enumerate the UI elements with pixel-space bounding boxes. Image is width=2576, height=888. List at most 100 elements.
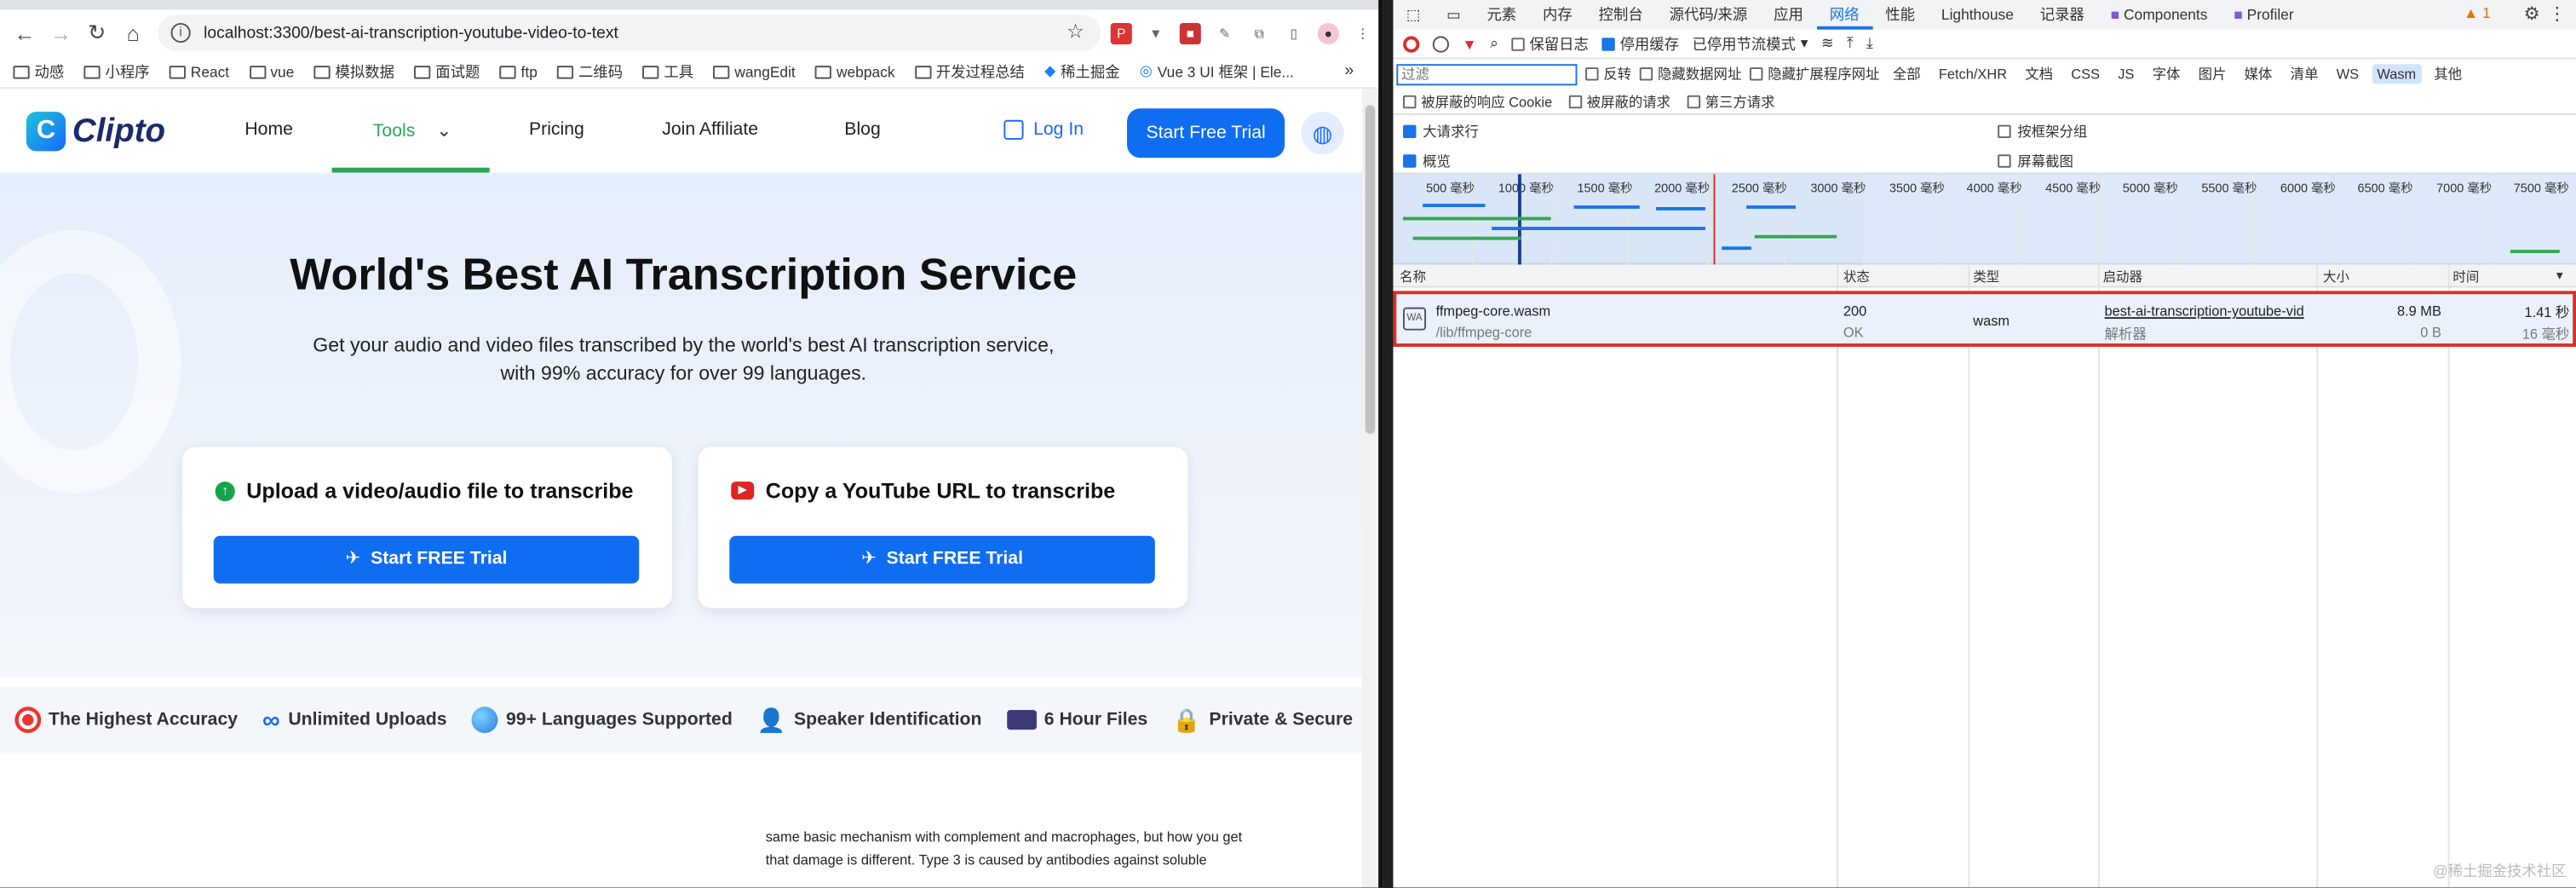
hide-extension-urls-checkbox[interactable]: 隐藏扩展程序网址 [1750, 64, 1879, 84]
login-link[interactable]: Log In [1003, 119, 1084, 140]
type-filter-font[interactable]: 字体 [2148, 64, 2185, 84]
bookmark-item[interactable]: ftp [499, 63, 538, 80]
type-filter-fetch[interactable]: Fetch/XHR [1934, 64, 2012, 84]
avatar[interactable]: ● [1317, 22, 1339, 44]
tab-recorder[interactable]: 记录器 [2027, 0, 2097, 30]
column-type[interactable]: 类型 [1973, 268, 1999, 285]
group-by-frame-checkbox[interactable]: 按框架分组 [1998, 122, 2087, 141]
search-icon[interactable]: ⌕ [1490, 35, 1498, 53]
tab-components[interactable]: ■ Components [2097, 0, 2221, 30]
preserve-log-checkbox[interactable]: 保留日志 [1511, 33, 1589, 55]
network-conditions-icon[interactable]: ≋ [1821, 35, 1834, 53]
address-bar[interactable]: i localhost:3300/best-ai-transcription-y… [158, 14, 1101, 51]
import-har-icon[interactable]: ⤒ [1847, 35, 1854, 53]
tab-application[interactable]: 应用 [1761, 0, 1817, 30]
bookmark-item[interactable]: ◎ Vue 3 UI 框架 | Ele... [1140, 61, 1294, 82]
tab-lighthouse[interactable]: Lighthouse [1928, 0, 2027, 30]
youtube-start-trial-button[interactable]: ✈ Start FREE Trial [729, 535, 1155, 584]
extension-icon[interactable]: ✎ [1214, 22, 1236, 44]
extension-icon[interactable]: ■ [1179, 22, 1201, 44]
nav-tools[interactable]: Tools ⌄ [373, 120, 452, 141]
puzzle-icon[interactable]: ⧉ [1248, 22, 1270, 44]
table-row[interactable]: WA ffmpeg-core.wasm /lib/ffmpeg-core 200… [1393, 291, 2576, 347]
bookmark-item[interactable]: webpack [814, 63, 895, 80]
extension-icon[interactable]: ▼ [1145, 22, 1167, 44]
upload-start-trial-button[interactable]: ✈ Start FREE Trial [213, 535, 640, 584]
disable-cache-checkbox[interactable]: 停用缓存 [1601, 33, 1679, 55]
reload-icon[interactable]: ↻ [79, 14, 115, 50]
record-icon[interactable] [1403, 35, 1420, 52]
type-filter-media[interactable]: 媒体 [2240, 64, 2277, 84]
type-filter-img[interactable]: 图片 [2194, 64, 2231, 84]
bookmark-item[interactable]: 二维码 [557, 61, 623, 82]
back-icon[interactable]: ← [7, 14, 43, 50]
split-icon[interactable]: ▯ [1283, 22, 1305, 44]
type-filter-manifest[interactable]: 清单 [2286, 64, 2323, 84]
column-initiator[interactable]: 启动器 [2103, 268, 2142, 285]
nav-home[interactable]: Home [244, 120, 293, 140]
bookmark-item[interactable]: 模拟数据 [313, 61, 394, 82]
bookmarks-more-icon[interactable]: » [1344, 62, 1354, 80]
bookmark-item[interactable]: 面试题 [414, 61, 480, 82]
column-name[interactable]: 名称 [1400, 268, 1426, 285]
nav-blog[interactable]: Blog [844, 120, 880, 140]
filter-funnel-icon[interactable]: ▼ [1462, 35, 1476, 51]
bookmark-item[interactable]: React [169, 63, 229, 80]
device-toggle-icon[interactable]: ▭ [1434, 0, 1474, 30]
start-free-trial-button[interactable]: Start Free Trial [1127, 108, 1285, 159]
nav-affiliate[interactable]: Join Affiliate [662, 120, 758, 140]
clear-icon[interactable] [1432, 35, 1450, 52]
bookmark-star-icon[interactable]: ☆ [1067, 20, 1084, 43]
home-icon[interactable]: ⌂ [115, 14, 151, 50]
tab-console[interactable]: 控制台 [1585, 0, 1656, 30]
bookmark-item[interactable]: 小程序 [83, 61, 150, 82]
warning-badge[interactable]: ▲ 1 [2464, 5, 2491, 21]
tab-memory[interactable]: 内存 [1530, 0, 1586, 30]
tab-elements[interactable]: 元素 [1474, 0, 1530, 30]
bookmark-item[interactable]: wangEdit [713, 63, 796, 80]
throttle-select[interactable]: 已停用节流模式 ▾ [1692, 33, 1808, 55]
request-initiator-link[interactable]: best-ai-transcription-youtube-vid [2105, 303, 2315, 319]
tab-network[interactable]: 网络 [1816, 0, 1872, 30]
inspect-icon[interactable]: ⬚ [1393, 0, 1433, 30]
type-filter-doc[interactable]: 文档 [2020, 64, 2057, 84]
kebab-menu-icon[interactable]: ⋮ [2548, 3, 2566, 25]
language-globe-icon[interactable]: ◍ [1301, 112, 1344, 155]
forward-icon[interactable]: → [43, 14, 78, 50]
bookmark-item[interactable]: 开发过程总结 [914, 61, 1025, 82]
kebab-menu-icon[interactable]: ⋮ [1352, 22, 1374, 44]
big-rows-checkbox[interactable]: 大请求行 [1403, 122, 1479, 141]
tab-sources[interactable]: 源代码/来源 [1656, 0, 1760, 30]
bookmark-item[interactable]: ◆ 稀土掘金 [1044, 61, 1120, 82]
hide-data-urls-checkbox[interactable]: 隐藏数据网址 [1639, 64, 1741, 84]
page-scrollbar[interactable] [1361, 89, 1379, 888]
type-filter-js[interactable]: JS [2113, 64, 2139, 84]
third-party-checkbox[interactable]: 第三方请求 [1687, 91, 1775, 111]
nav-pricing[interactable]: Pricing [529, 120, 584, 140]
tab-profiler[interactable]: ■ Profiler [2221, 0, 2307, 30]
type-filter-other[interactable]: 其他 [2429, 64, 2467, 84]
type-filter-wasm[interactable]: Wasm [2372, 64, 2421, 84]
site-info-icon[interactable]: i [170, 23, 191, 43]
filter-input[interactable] [1396, 63, 1578, 85]
extension-icon[interactable]: P [1110, 22, 1132, 44]
bookmark-item[interactable]: 工具 [642, 61, 693, 82]
type-filter-all[interactable]: 全部 [1888, 64, 1925, 84]
column-time[interactable]: 时间 [2452, 268, 2479, 285]
blocked-cookies-checkbox[interactable]: 被屏蔽的响应 Cookie [1403, 91, 1552, 111]
column-status[interactable]: 状态 [1843, 268, 1870, 285]
clipto-logo[interactable]: C Clipto [26, 112, 165, 152]
bookmark-item[interactable]: vue [249, 63, 294, 80]
bookmark-item[interactable]: 动感 [13, 61, 64, 82]
type-filter-ws[interactable]: WS [2332, 64, 2364, 84]
overview-checkbox[interactable]: 概览 [1403, 151, 1451, 170]
network-overview-timeline[interactable]: 500 毫秒 1000 毫秒 1500 毫秒 2000 毫秒 2500 毫秒 3… [1393, 172, 2576, 267]
export-har-icon[interactable]: ⤓ [1866, 35, 1873, 53]
type-filter-css[interactable]: CSS [2067, 64, 2105, 84]
gear-icon[interactable]: ⚙ [2524, 3, 2540, 25]
screenshots-checkbox[interactable]: 屏幕截图 [1998, 151, 2073, 170]
column-size[interactable]: 大小 [2323, 268, 2349, 285]
invert-checkbox[interactable]: 反转 [1585, 64, 1631, 84]
blocked-requests-checkbox[interactable]: 被屏蔽的请求 [1568, 91, 1670, 111]
scrollbar-thumb[interactable] [1365, 105, 1376, 435]
